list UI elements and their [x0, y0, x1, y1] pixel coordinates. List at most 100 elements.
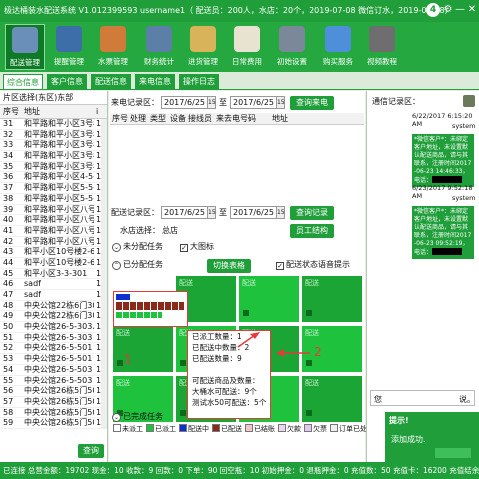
legend-item: 未派工: [113, 424, 143, 434]
legend-label: 已结账: [254, 425, 275, 433]
query-button[interactable]: 查询: [78, 444, 104, 458]
table-row[interactable]: 35 和平路和平小区3号楼 1: [0, 162, 107, 173]
col-device[interactable]: 设备: [170, 113, 186, 125]
table-row[interactable]: 32 和平路和平小区3号楼 1: [0, 130, 107, 141]
toolbar-button-7[interactable]: 购买服务: [318, 24, 358, 70]
switch-table-button[interactable]: 切换表格: [207, 259, 251, 273]
toolbar-button-5[interactable]: 日常费用: [227, 24, 267, 70]
table-row[interactable]: 47 sadf 1: [0, 290, 107, 301]
cell-no: 36: [3, 172, 14, 182]
tab-overview[interactable]: 综合信息: [3, 74, 43, 89]
toolbar-button-6[interactable]: 初始设置: [272, 24, 312, 70]
toolbar-button-4[interactable]: 进货管理: [183, 24, 223, 70]
table-row[interactable]: 54 中央公馆26-5-503 1: [0, 365, 107, 376]
toolbar-button-2[interactable]: 水票管理: [93, 24, 133, 70]
col-type[interactable]: 类型: [150, 113, 166, 125]
calendar-icon[interactable]: 15: [207, 207, 216, 218]
settings-icon[interactable]: ⚙: [442, 3, 454, 17]
table-row[interactable]: 41和平路和平小区八号楼1: [0, 226, 107, 237]
col-i[interactable]: i: [96, 105, 98, 119]
col-phone[interactable]: 来去电号码: [216, 113, 256, 125]
col-seq[interactable]: 序号: [112, 113, 128, 125]
toolbar-button-3[interactable]: 财务统计: [139, 24, 179, 70]
tab-logs[interactable]: 操作日志: [179, 74, 219, 89]
col-handle[interactable]: 处理: [130, 113, 146, 125]
table-row[interactable]: 34 和平路和平小区3号楼 1: [0, 151, 107, 162]
table-row[interactable]: 56中央公馆26栋5门5031: [0, 386, 107, 397]
checkbox-icon[interactable]: ✓: [180, 244, 188, 252]
checkbox-icon[interactable]: ✓: [276, 262, 284, 270]
legend-label: 欠票: [313, 425, 327, 433]
edit-icon[interactable]: [463, 95, 475, 107]
table-row[interactable]: 46 sadf 1: [0, 279, 107, 290]
delivery-tile[interactable]: 配送: [238, 275, 300, 323]
cell-no: 40: [3, 215, 14, 225]
store-select[interactable]: 总店: [162, 222, 178, 239]
calendar-icon[interactable]: 15: [276, 207, 285, 218]
table-row[interactable]: 37 和平路和平小区5-5-5 1: [0, 183, 107, 194]
table-row[interactable]: 43和平小区10号楼2-6-51: [0, 247, 107, 258]
table-row[interactable]: 51 中央公馆26-5-303 1: [0, 333, 107, 344]
selected-tile[interactable]: [113, 291, 188, 327]
address-scrollbar[interactable]: [101, 119, 107, 429]
table-row[interactable]: 31 和平路和平小区3号楼 1: [0, 119, 107, 130]
collapse-icon[interactable]: ⌃: [112, 261, 121, 270]
col-operator[interactable]: 接线员: [188, 113, 212, 125]
table-row[interactable]: 58中央公馆26栋5门5031: [0, 408, 107, 419]
tab-deliveries[interactable]: 配送信息: [91, 74, 131, 89]
table-row[interactable]: 44和平小区10号楼2-6-51: [0, 258, 107, 269]
annotation-1: 1: [124, 352, 132, 366]
notification-badge[interactable]: 4: [426, 3, 440, 17]
tab-calls[interactable]: 来电信息: [135, 74, 175, 89]
cell-address: 和平小区10号楼2-6-5: [24, 257, 94, 267]
big-icon-option[interactable]: ✓ 大图标: [180, 238, 214, 255]
unassigned-toggle[interactable]: ⌄ 未分配任务: [112, 238, 163, 255]
table-row[interactable]: 57中央公馆26栋5门5031: [0, 397, 107, 408]
delivery-date-to[interactable]: 2017/6/25 15: [230, 206, 285, 219]
toolbar-button-1[interactable]: 提醒管理: [49, 24, 89, 70]
calendar-icon[interactable]: 15: [207, 97, 216, 108]
collapse-icon[interactable]: ⌄: [112, 243, 121, 252]
table-row[interactable]: 50 中央公馆26-5-303、 1: [0, 322, 107, 333]
call-date-to[interactable]: 2017/6/25 15: [230, 96, 285, 109]
col-no[interactable]: 序号: [3, 105, 19, 119]
calendar-icon[interactable]: 15: [276, 97, 285, 108]
query-calls-button[interactable]: 查询来电: [290, 96, 334, 110]
minimize-icon[interactable]: —: [454, 3, 466, 17]
table-row[interactable]: 39和平路和平小区八号楼1: [0, 205, 107, 216]
completed-toggle[interactable]: ⌄ 已完成任务: [112, 408, 163, 425]
close-icon[interactable]: ✕: [466, 3, 478, 17]
tip-confirm-button[interactable]: [435, 448, 471, 458]
staff-structure-button[interactable]: 员工结构: [290, 224, 334, 238]
table-row[interactable]: 36 和平路和平小区4-5-5 1: [0, 172, 107, 184]
table-row[interactable]: 59中央公馆26栋5门5031: [0, 418, 107, 429]
cell-no: 39: [3, 204, 14, 214]
legend-item: 已配送: [212, 424, 242, 434]
tab-customers[interactable]: 客户信息: [47, 74, 87, 89]
table-row[interactable]: 48中央公馆22栋6门3011: [0, 301, 107, 312]
message-input[interactable]: 您 说。: [370, 390, 475, 406]
toolbar-button-8[interactable]: 视频教程: [362, 24, 402, 70]
collapse-icon[interactable]: ⌄: [112, 413, 121, 422]
toolbar-button-0[interactable]: 配送管理: [5, 24, 45, 70]
area-selector[interactable]: 片区选择(东区)东部: [0, 91, 107, 105]
delivery-date-from[interactable]: 2017/6/25 15: [161, 206, 216, 219]
table-row[interactable]: 42和平路和平小区八号楼1: [0, 237, 107, 248]
table-row[interactable]: 53 中央公馆26-5-501 1: [0, 354, 107, 365]
table-row[interactable]: 49中央公馆22栋6门3021: [0, 311, 107, 323]
cell-no: 42: [3, 236, 14, 246]
table-row[interactable]: 38 和平路和平小区5-5-5 1: [0, 194, 107, 205]
assigned-toggle[interactable]: ⌃ 已分配任务: [112, 256, 163, 273]
table-row[interactable]: 45 和平小区3-3-301 1: [0, 269, 107, 280]
col-address[interactable]: 地址: [272, 113, 288, 125]
delivery-tile[interactable]: 配送: [301, 275, 363, 323]
query-records-button[interactable]: 查询记录: [290, 206, 334, 220]
cell-address: 中央公馆26-5-501: [24, 343, 93, 353]
table-row[interactable]: 55 中央公馆26-5-503 1: [0, 376, 107, 387]
voice-alert-option[interactable]: ✓ 配送状态语音提示: [276, 256, 350, 273]
col-address[interactable]: 地址: [24, 105, 94, 119]
table-row[interactable]: 52 中央公馆26-5-501 1: [0, 343, 107, 355]
table-row[interactable]: 40和平路和平小区八号楼1: [0, 215, 107, 226]
table-row[interactable]: 33 和平路和平小区3号楼 1: [0, 140, 107, 152]
call-date-from[interactable]: 2017/6/25 15: [161, 96, 216, 109]
